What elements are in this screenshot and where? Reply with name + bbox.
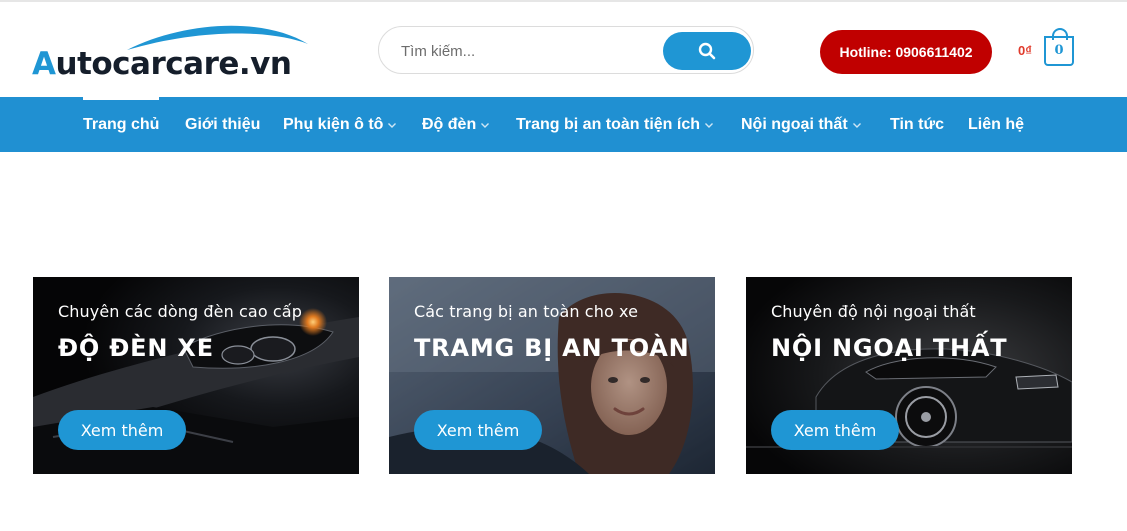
nav-item-interior-exterior[interactable]: Nội ngoại thất: [741, 97, 862, 152]
nav-item-news[interactable]: Tin tức: [890, 97, 944, 152]
logo-letter-a: A: [32, 46, 56, 82]
nav-item-safety[interactable]: Trang bị an toàn tiện ích: [516, 97, 714, 152]
banner-subtitle: Chuyên các dòng đèn cao cấp: [58, 302, 302, 321]
banner-title: TRAMG BỊ AN TOÀN: [414, 334, 690, 362]
search-input[interactable]: [401, 40, 661, 62]
nav-item-label: Giới thiệu: [185, 115, 261, 133]
banner-interior-exterior[interactable]: Chuyên độ nội ngoại thất NỘI NGOẠI THẤT …: [746, 277, 1072, 474]
banner-title: NỘI NGOẠI THẤT: [771, 334, 1008, 362]
banner-title: ĐỘ ĐÈN XE: [58, 334, 214, 362]
nav-item-label: Trang chủ: [83, 115, 160, 133]
nav-item-about[interactable]: Giới thiệu: [185, 97, 260, 152]
nav-item-label: Độ đèn: [422, 115, 477, 133]
cart-icon[interactable]: 0: [1044, 28, 1074, 66]
site-logo[interactable]: Autocarcare.vn: [32, 16, 312, 82]
banner-button[interactable]: Xem thêm: [414, 410, 542, 450]
nav-item-label: Nội ngoại thất: [741, 115, 848, 133]
search-button[interactable]: [663, 32, 751, 70]
hotline-button[interactable]: Hotline: 0906611402: [820, 30, 992, 74]
chevron-down-icon: [852, 122, 861, 128]
banner-button[interactable]: Xem thêm: [58, 410, 186, 450]
nav-item-contact[interactable]: Liên hệ: [968, 97, 1024, 152]
site-header: Autocarcare.vn Hotline: 0906611402 0₫ 0: [0, 2, 1127, 97]
nav-item-home[interactable]: Trang chủ: [83, 97, 159, 152]
banner-button[interactable]: Xem thêm: [771, 410, 899, 450]
banner-safety[interactable]: Các trang bị an toàn cho xe TRAMG BỊ AN …: [389, 277, 715, 474]
nav-item-accessories[interactable]: Phụ kiện ô tô: [283, 97, 397, 152]
chevron-down-icon: [388, 122, 397, 128]
nav-item-label: Trang bị an toàn tiện ích: [516, 115, 701, 133]
chevron-down-icon: [705, 122, 714, 128]
nav-item-lights[interactable]: Độ đèn: [422, 97, 490, 152]
cart-count: 0: [1054, 43, 1064, 58]
nav-item-label: Tin tức: [890, 115, 944, 133]
cart-total[interactable]: 0₫: [1018, 43, 1032, 58]
search-icon: [698, 42, 716, 60]
logo-wordmark: utocarcare.vn: [55, 46, 292, 82]
banner-subtitle: Các trang bị an toàn cho xe: [414, 302, 639, 321]
nav-item-label: Phụ kiện ô tô: [283, 115, 384, 133]
search-bar: [378, 26, 754, 74]
nav-item-label: Liên hệ: [968, 115, 1025, 133]
banner-subtitle: Chuyên độ nội ngoại thất: [771, 302, 976, 321]
banner-lights[interactable]: Chuyên các dòng đèn cao cấp ĐỘ ĐÈN XE Xe…: [33, 277, 359, 474]
chevron-down-icon: [481, 122, 490, 128]
main-nav: Trang chủ Giới thiệu Phụ kiện ô tô Độ đè…: [0, 97, 1127, 152]
